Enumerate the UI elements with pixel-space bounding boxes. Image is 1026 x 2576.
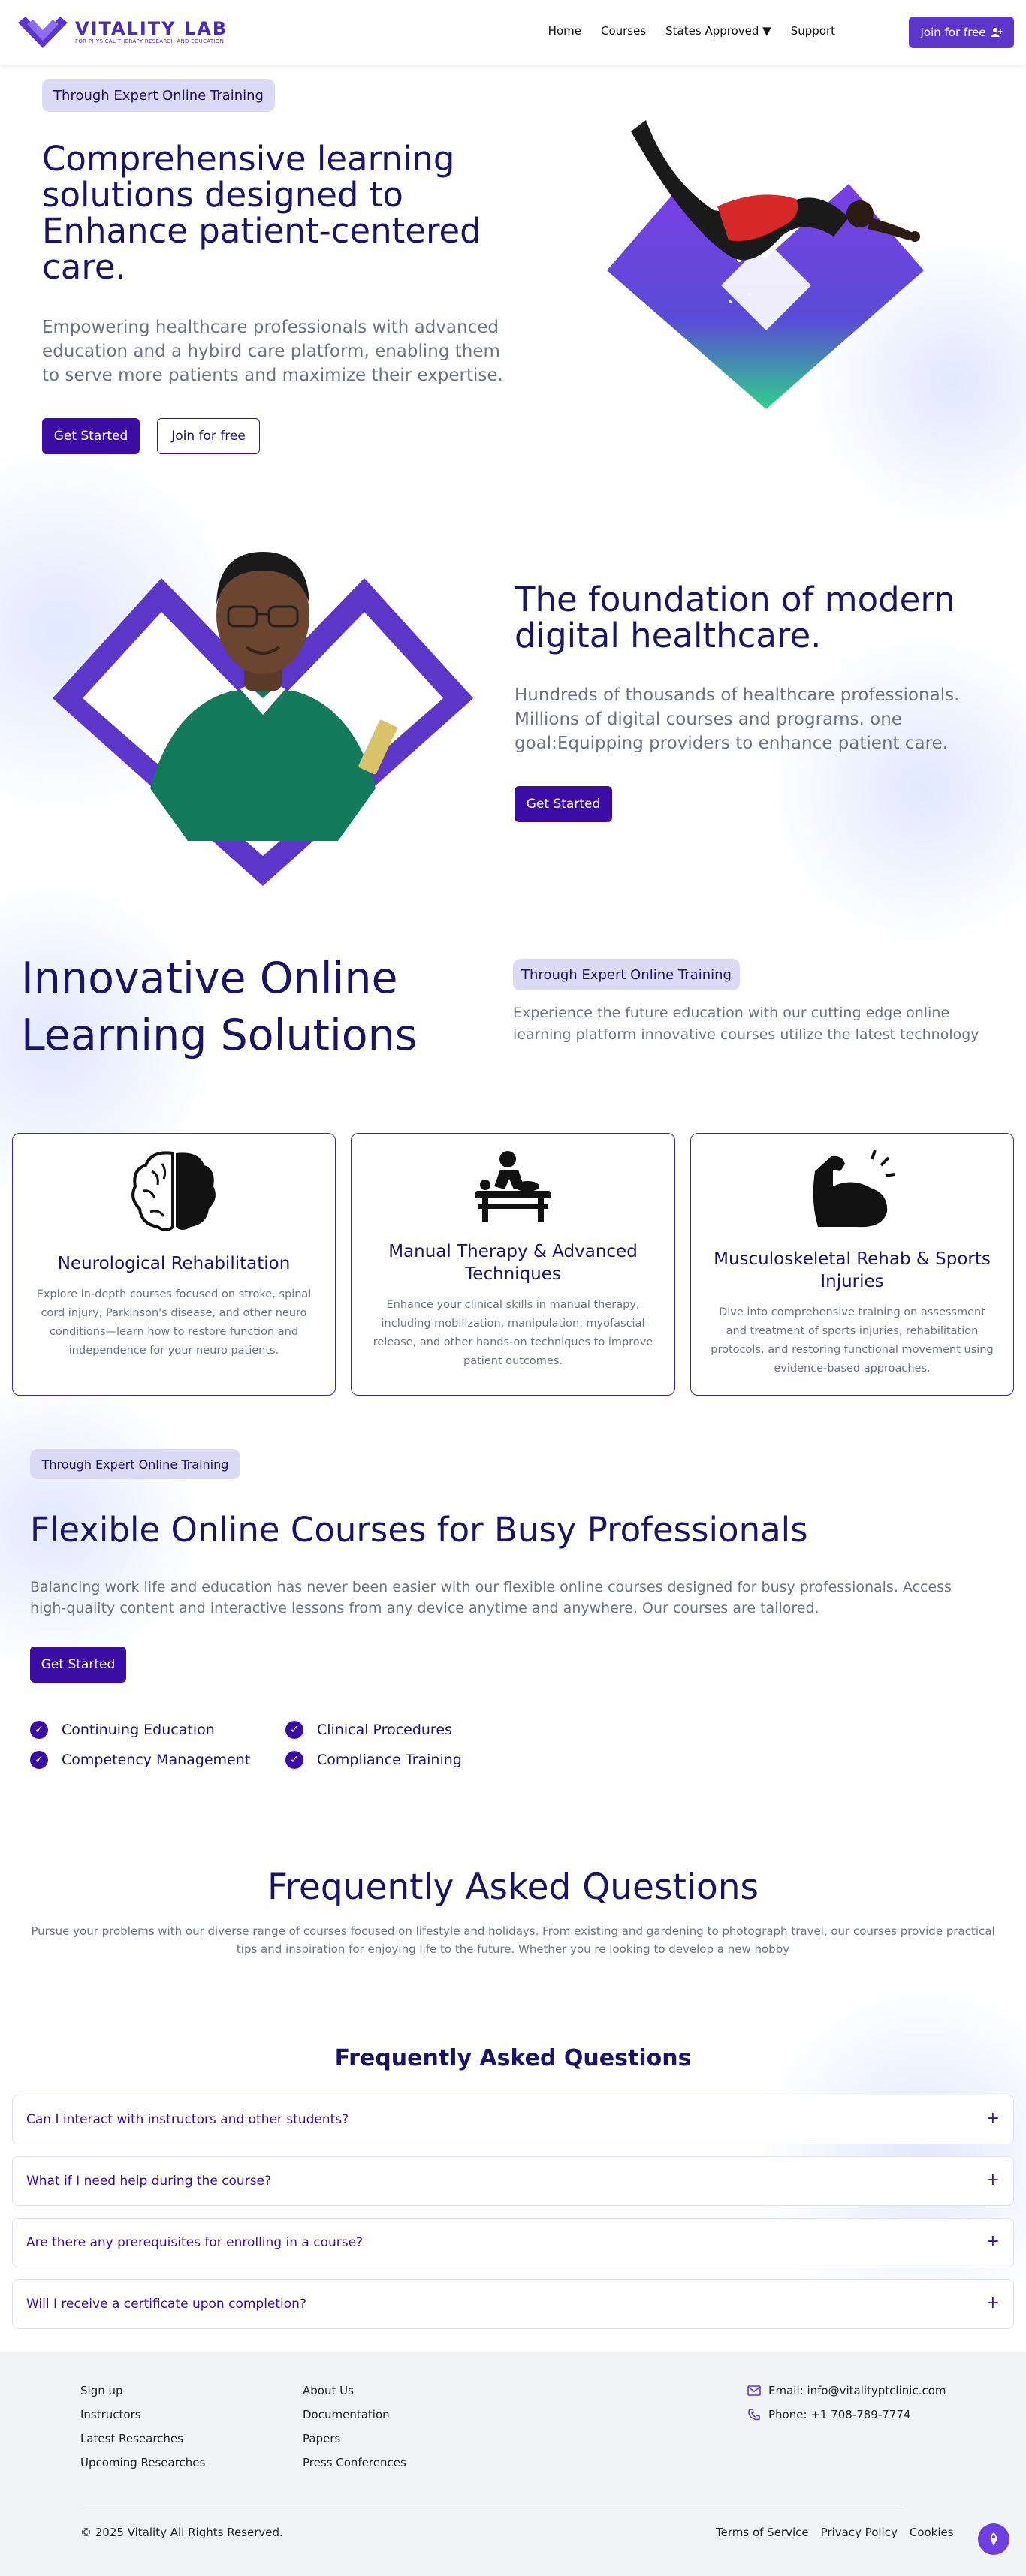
faq-question-label: What if I need help during the course? [26,2174,272,2189]
nav-support[interactable]: Support [791,24,835,38]
hero-pill: Through Expert Online Training [42,79,275,112]
innovative-pill: Through Expert Online Training [513,959,740,990]
site-footer: Sign up Instructors Latest Researches Up… [0,2352,1026,2576]
doctor-portrait-image [53,552,473,886]
footer-link-cookies[interactable]: Cookies [910,2526,954,2539]
footer-link-press[interactable]: Press Conferences [303,2451,406,2475]
nav-home[interactable]: Home [548,24,581,38]
faq-question[interactable]: Are there any prerequisites for enrollin… [12,2218,1014,2267]
checkmark-icon: ✓ [285,1721,303,1739]
feature-label: Continuing Education [62,1722,215,1738]
hero-get-started-button[interactable]: Get Started [42,418,140,454]
hero-title: Comprehensive learning solutions designe… [42,139,481,287]
logo-title: VITALITY LAB [75,18,228,39]
footer-email-text: Email: info@vitalityptclinic.com [768,2384,946,2397]
footer-links-col2: About Us Documentation Papers Press Conf… [303,2379,406,2475]
footer-link-about[interactable]: About Us [303,2379,406,2403]
faq-title: Frequently Asked Questions [267,1866,759,1908]
faq-question-label: Will I receive a certificate upon comple… [26,2297,306,2312]
card-description: Explore in-depth courses focused on stro… [36,1288,312,1357]
logo[interactable]: VITALITY LAB FOR PHYSICAL THERAPY RESEAR… [18,15,228,48]
plus-icon[interactable]: + [986,2294,1000,2312]
footer-contact: Email: info@vitalityptclinic.com Phone: … [747,2379,946,2427]
checkmark-icon: ✓ [285,1751,303,1769]
footer-copyright: © 2025 Vitality All Rights Reserved. [80,2526,283,2539]
card-title: Neurological Rehabilitation [57,1254,291,1273]
checkmark-icon: ✓ [30,1751,48,1769]
feature-label: Compliance Training [317,1752,462,1768]
flexible-pill: Through Expert Online Training [30,1449,240,1479]
course-card-neuro[interactable]: Neurological Rehabilitation Explore in-d… [12,1133,336,1396]
card-description: Enhance your clinical skills in manual t… [373,1299,653,1367]
faq-question[interactable]: Will I receive a certificate upon comple… [12,2279,1014,2329]
faq-intro-text: Pursue your problems with our diverse ra… [31,1924,995,1956]
footer-link-latest-researches[interactable]: Latest Researches [80,2427,205,2451]
join-button-label: Join for free [920,26,986,39]
feature-label: Clinical Procedures [317,1722,452,1738]
footer-link-privacy[interactable]: Privacy Policy [821,2526,898,2539]
innovative-text: Experience the future education with our… [513,1005,979,1043]
footer-link-papers[interactable]: Papers [303,2427,406,2451]
hero-subtitle: Empowering healthcare professionals with… [42,318,503,385]
feature-label: Competency Management [62,1752,251,1768]
plus-icon[interactable]: + [986,2109,1000,2128]
feature-item: ✓ Compliance Training [285,1751,462,1769]
chat-launcher-button[interactable] [978,2523,1009,2555]
muscle-arm-icon [813,1149,895,1228]
nav-courses[interactable]: Courses [601,24,646,38]
footer-link-documentation[interactable]: Documentation [303,2403,406,2427]
hero-athlete-image [607,120,924,409]
feature-item: ✓ Clinical Procedures [285,1721,452,1739]
user-plus-icon [990,28,1003,37]
flexible-title: Flexible Online Courses for Busy Profess… [30,1510,808,1550]
plus-icon[interactable]: + [986,2171,1000,2189]
course-card-musculoskeletal[interactable]: Musculoskeletal Rehab & Sports Injuries … [690,1133,1014,1396]
footer-link-signup[interactable]: Sign up [80,2379,205,2403]
footer-links-col1: Sign up Instructors Latest Researches Up… [80,2379,205,2475]
hero-join-button[interactable]: Join for free [157,418,260,454]
site-header: VITALITY LAB FOR PHYSICAL THERAPY RESEAR… [0,0,1026,65]
card-title: Musculoskeletal Rehab & Sports Injuries [714,1249,991,1291]
main-nav: Home Courses States Approved ▼ Support [548,24,835,38]
plus-icon[interactable]: + [986,2232,1000,2251]
phone-icon [748,2409,760,2421]
checkmark-icon: ✓ [30,1721,48,1739]
footer-phone[interactable]: Phone: +1 708-789-7774 [747,2403,946,2427]
massage-icon [475,1151,551,1222]
footer-link-upcoming-researches[interactable]: Upcoming Researches [80,2451,205,2475]
faq-question[interactable]: What if I need help during the course? + [12,2156,1014,2206]
course-card-manual-therapy[interactable]: Manual Therapy & Advanced Techniques Enh… [351,1133,675,1396]
footer-link-instructors[interactable]: Instructors [80,2403,205,2427]
logo-tagline: FOR PHYSICAL THERAPY RESEARCH AND EDUCAT… [75,38,225,44]
flexible-text: Balancing work life and education has ne… [30,1579,952,1616]
join-for-free-button[interactable]: Join for free [909,17,1014,48]
feature-item: ✓ Competency Management [30,1751,250,1769]
nav-states-approved[interactable]: States Approved ▼ [665,24,771,38]
faq-question[interactable]: Can I interact with instructors and othe… [12,2095,1014,2144]
faq-question-label: Are there any prerequisites for enrollin… [26,2235,364,2250]
footer-phone-text: Phone: +1 708-789-7774 [768,2408,911,2421]
feature-item: ✓ Continuing Education [30,1721,215,1739]
footer-email[interactable]: Email: info@vitalityptclinic.com [747,2379,946,2403]
card-description: Dive into comprehensive training on asse… [711,1306,994,1375]
mail-icon [747,2385,761,2396]
rocket-icon [990,2532,997,2546]
brain-icon [131,1151,216,1231]
flexible-get-started-button[interactable]: Get Started [30,1647,126,1683]
logo-icon [18,17,68,48]
faq-subtitle: Frequently Asked Questions [334,2045,692,2071]
card-title: Manual Therapy & Advanced Techniques [388,1242,638,1284]
footer-legal-links: Terms of Service Privacy Policy Cookies [716,2526,954,2539]
foundation-title: The foundation of modern digital healthc… [515,580,955,655]
foundation-get-started-button[interactable]: Get Started [515,786,612,822]
innovative-title: Innovative Online Learning Solutions [21,954,418,1060]
foundation-text: Hundreds of thousands of healthcare prof… [515,685,960,753]
faq-question-label: Can I interact with instructors and othe… [26,2112,349,2127]
footer-link-terms[interactable]: Terms of Service [716,2526,809,2539]
